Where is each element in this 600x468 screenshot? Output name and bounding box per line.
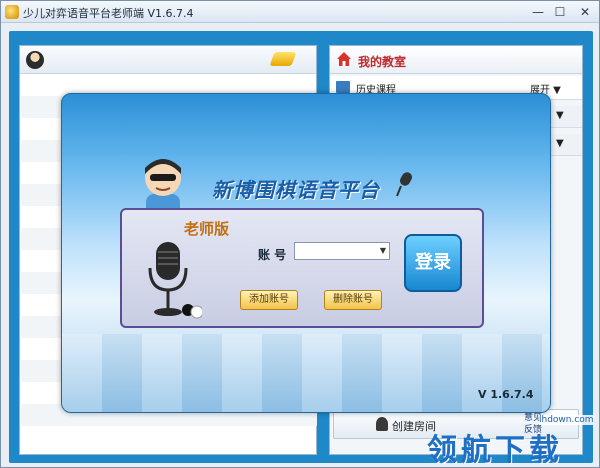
classroom-header: 我的教室: [330, 46, 582, 74]
close-button[interactable]: ✕: [573, 3, 597, 21]
watermark-text: 领航下载: [427, 433, 563, 468]
edition-label: 老师版: [184, 220, 230, 238]
account-label: 账 号: [258, 248, 287, 262]
book-icon: [336, 81, 350, 93]
chevron-down-icon[interactable]: ▼: [556, 138, 564, 149]
app-logo-icon: [5, 5, 19, 19]
login-button[interactable]: 登录: [404, 234, 462, 292]
login-dialog: 新博围棋语音平台 老师版 账 号 ▼ 添加账号 删除账号 登录 V 1.6.7.…: [61, 93, 551, 413]
account-select[interactable]: ▼: [294, 242, 390, 260]
create-room-icon[interactable]: [376, 417, 388, 431]
dialog-floor-decoration: [62, 334, 550, 412]
dropdown-arrow-icon[interactable]: ▼: [380, 243, 386, 259]
maximize-button[interactable]: ☐: [549, 3, 571, 21]
student-list-header: [20, 46, 316, 74]
eraser-icon[interactable]: [269, 52, 297, 66]
microphone-icon: [148, 242, 202, 319]
list-row[interactable]: [21, 426, 317, 448]
chevron-down-icon[interactable]: ▼: [556, 110, 564, 121]
minimize-button[interactable]: —: [527, 3, 549, 21]
classroom-title: 我的教室: [358, 55, 407, 69]
add-account-button[interactable]: 添加账号: [240, 290, 298, 310]
watermark-url: lhdown.com: [539, 415, 594, 425]
version-label: V 1.6.7.4: [478, 388, 534, 401]
home-icon: [337, 52, 351, 66]
login-form: 老师版 账 号 ▼ 添加账号 删除账号 登录: [120, 208, 484, 328]
app-window: 少儿对弈语音平台老师端 V1.6.7.4 — ☐ ✕ 我的教室 历史课程 展开 …: [0, 0, 600, 468]
delete-account-button[interactable]: 删除账号: [324, 290, 382, 310]
platform-title: 新博围棋语音平台: [212, 178, 380, 202]
title-bar: 少儿对弈语音平台老师端 V1.6.7.4 — ☐ ✕: [1, 1, 599, 23]
window-title: 少儿对弈语音平台老师端 V1.6.7.4: [23, 7, 194, 20]
microphone-deco-icon: [396, 172, 412, 197]
user-avatar-icon: [26, 51, 44, 69]
